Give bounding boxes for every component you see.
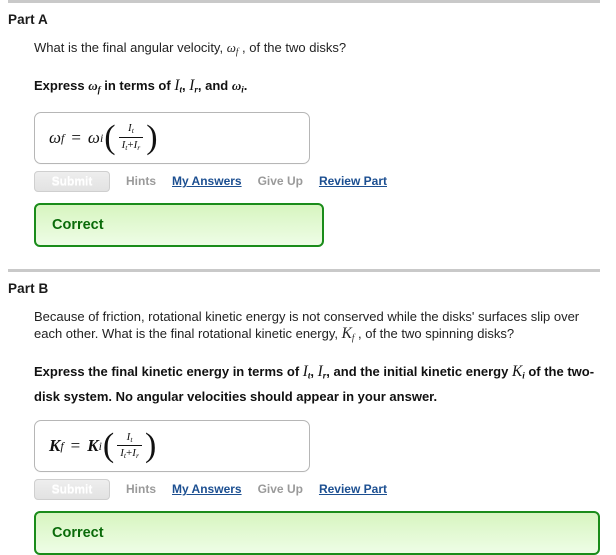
instruction-pre: Express [34,77,89,93]
part-a-feedback-banner: Correct [34,203,324,248]
fraction-numerator: It [122,431,138,445]
part-b-answer-box[interactable]: Kf = Ki ( It It+Ir ) [34,420,310,473]
formula-fraction: It It+Ir [117,431,142,460]
formula-coefficient-subscript: i [99,130,104,145]
formula-equals: = [71,128,81,148]
my-answers-link[interactable]: My Answers [172,482,242,496]
instruction-end: . [243,77,248,93]
instruction-sep-2: , and [197,77,232,93]
fraction-denominator: It+Ir [117,444,142,460]
part-a-section: Part A What is the final angular velocit… [0,0,616,248]
formula-coefficient: ω [87,128,100,148]
formula-equals: = [70,436,81,456]
fraction-denominator: It+Ir [118,136,144,152]
instruction-var-Ki: K [511,362,523,380]
numerator-var-sub: t [131,126,134,136]
review-part-link[interactable]: Review Part [319,482,387,496]
part-b-question: Because of friction, rotational kinetic … [34,308,600,347]
formula-close-paren: ) [146,118,158,156]
submit-button[interactable]: Submit [34,170,110,192]
part-b-separator [8,269,600,273]
question-variable: K [341,325,352,343]
instruction-mid: in terms of [100,77,175,93]
formula-open-paren: ( [104,118,116,156]
question-text-post: , of the two spinning disks? [354,326,515,342]
part-a-question: What is the final angular velocity, ωf ,… [34,39,600,61]
part-a-instruction: Express ωf in terms of It, Ir, and ωi. [34,75,600,101]
formula-coefficient-subscript: i [98,438,102,453]
formula-coefficient: K [87,436,99,456]
instruction-pre: Express the final kinetic energy in term… [34,363,303,379]
part-b-instruction: Express the final kinetic energy in term… [34,361,600,409]
formula-open-paren: ( [102,426,115,464]
instruction-sep-1: , [310,363,318,379]
part-a-answer-formula: ωf = ωi ( It It+Ir ) [49,118,159,156]
formula-lhs: ω [49,128,62,148]
my-answers-link[interactable]: My Answers [172,174,242,188]
part-a-separator [8,0,600,3]
part-b-section: Part B Because of friction, rotational k… [0,269,616,555]
fraction-numerator: It [123,122,139,136]
numerator-var-sub: t [130,434,133,444]
part-b-feedback-banner: Correct [34,511,600,555]
denominator-var-2-sub: r [137,142,141,152]
part-a-action-row: Submit Hints My Answers Give Up Review P… [34,170,600,192]
part-a-title: Part A [8,12,48,27]
formula-fraction: It It+Ir [118,122,144,152]
instruction-var-omega-f: ω [88,77,98,93]
part-b-action-row: Submit Hints My Answers Give Up Review P… [34,478,600,500]
part-a-feedback-text: Correct [52,217,104,234]
formula-lhs-subscript: f [60,438,64,453]
hints-link[interactable]: Hints [126,482,156,496]
instruction-var-omega-i: ω [231,77,242,93]
formula-lhs-subscript: f [61,130,65,145]
formula-close-paren: ) [144,426,157,464]
submit-button[interactable]: Submit [34,478,110,500]
part-a-answer-box[interactable]: ωf = ωi ( It It+Ir ) [34,112,310,165]
part-b-answer-formula: Kf = Ki ( It It+Ir ) [49,426,157,464]
part-b-feedback-text: Correct [52,525,104,542]
question-text-pre: What is the final angular velocity, [34,40,227,55]
part-b-title: Part B [8,281,49,297]
denominator-var-2-sub: r [135,450,139,460]
part-b-body: Because of friction, rotational kinetic … [34,308,600,555]
instruction-sep-2: , and the initial kinetic energy [326,363,512,379]
question-variable: ω [226,40,236,55]
formula-lhs: K [49,436,61,456]
question-text-post: , of the two disks? [238,40,347,55]
give-up-link[interactable]: Give Up [258,174,303,188]
hints-link[interactable]: Hints [126,174,156,188]
give-up-link[interactable]: Give Up [258,482,303,496]
review-part-link[interactable]: Review Part [319,174,387,188]
part-a-body: What is the final angular velocity, ωf ,… [34,39,600,248]
